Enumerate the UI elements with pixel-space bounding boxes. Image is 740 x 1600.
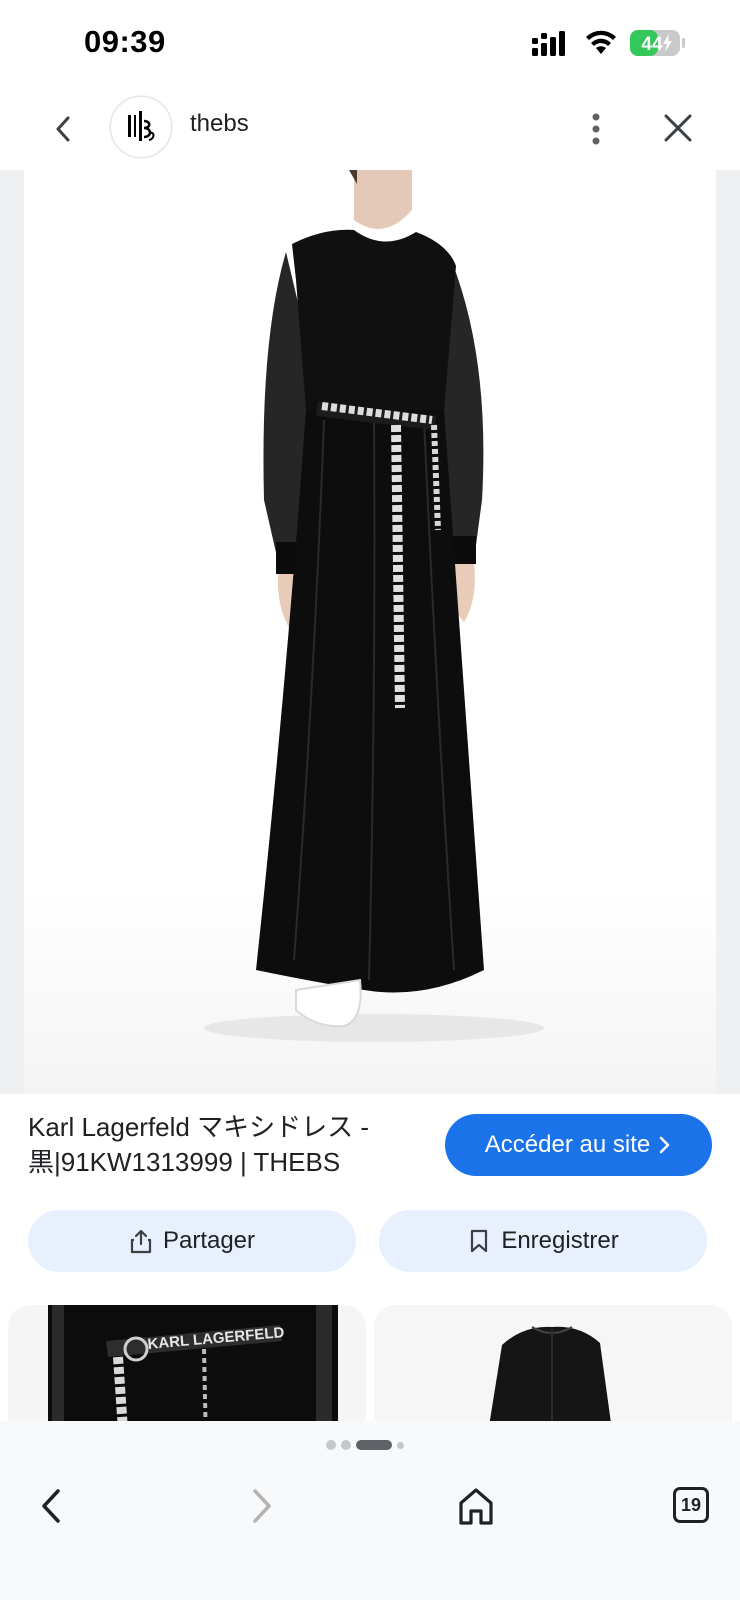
share-icon — [130, 1229, 152, 1254]
site-logo[interactable] — [110, 96, 172, 158]
related-thumbnail[interactable] — [374, 1305, 732, 1421]
page-dot — [326, 1440, 336, 1450]
battery-level: 44 — [641, 34, 663, 55]
share-label: Partager — [162, 1227, 256, 1254]
battery-icon: 44 — [630, 30, 685, 56]
belt-closeup-image: KARL LAGERFELD — [48, 1305, 338, 1421]
save-label: Enregistrer — [501, 1227, 619, 1254]
wifi-icon — [586, 30, 616, 54]
save-button[interactable]: Enregistrer — [379, 1210, 707, 1272]
dress-illustration — [204, 170, 544, 1042]
image-viewer — [0, 170, 740, 1094]
related-results: KARL LAGERFELD — [0, 1305, 740, 1421]
tabs-icon[interactable]: 19 — [673, 1487, 709, 1523]
status-time: 09:39 — [84, 24, 166, 59]
visit-site-button[interactable]: Accéder au site — [445, 1114, 712, 1176]
related-thumbnail[interactable]: KARL LAGERFELD — [8, 1305, 366, 1421]
page-dot — [341, 1440, 351, 1450]
page-indicator — [326, 1439, 404, 1451]
more-icon[interactable] — [578, 106, 614, 152]
page-dot — [397, 1441, 404, 1449]
thebs-logo-icon — [128, 111, 155, 141]
tab-count: 19 — [680, 1494, 702, 1515]
bookmark-icon — [471, 1229, 488, 1253]
visit-site-label: Accéder au site — [484, 1131, 651, 1158]
status-bar: 09:39 44 — [0, 0, 740, 88]
viewer-header: thebs — [0, 88, 740, 170]
nav-forward-icon[interactable] — [245, 1483, 279, 1529]
product-title[interactable]: Karl Lagerfeld マキシドレス - 黒|91KW1313999 | … — [28, 1110, 418, 1180]
site-name[interactable]: thebs — [190, 110, 249, 138]
cellular-signal-icon — [532, 31, 565, 56]
back-icon[interactable] — [44, 106, 84, 152]
home-icon[interactable] — [456, 1485, 496, 1527]
close-icon[interactable] — [658, 108, 698, 148]
nav-back-icon[interactable] — [34, 1483, 68, 1529]
browser-toolbar: 19 — [0, 1421, 740, 1600]
battery-indicator: 44 — [630, 29, 686, 57]
page-dot-active — [356, 1440, 392, 1450]
share-button[interactable]: Partager — [28, 1210, 356, 1272]
dress-top-image — [374, 1305, 732, 1421]
chevron-right-icon — [659, 1136, 670, 1154]
product-image[interactable] — [24, 170, 716, 1094]
